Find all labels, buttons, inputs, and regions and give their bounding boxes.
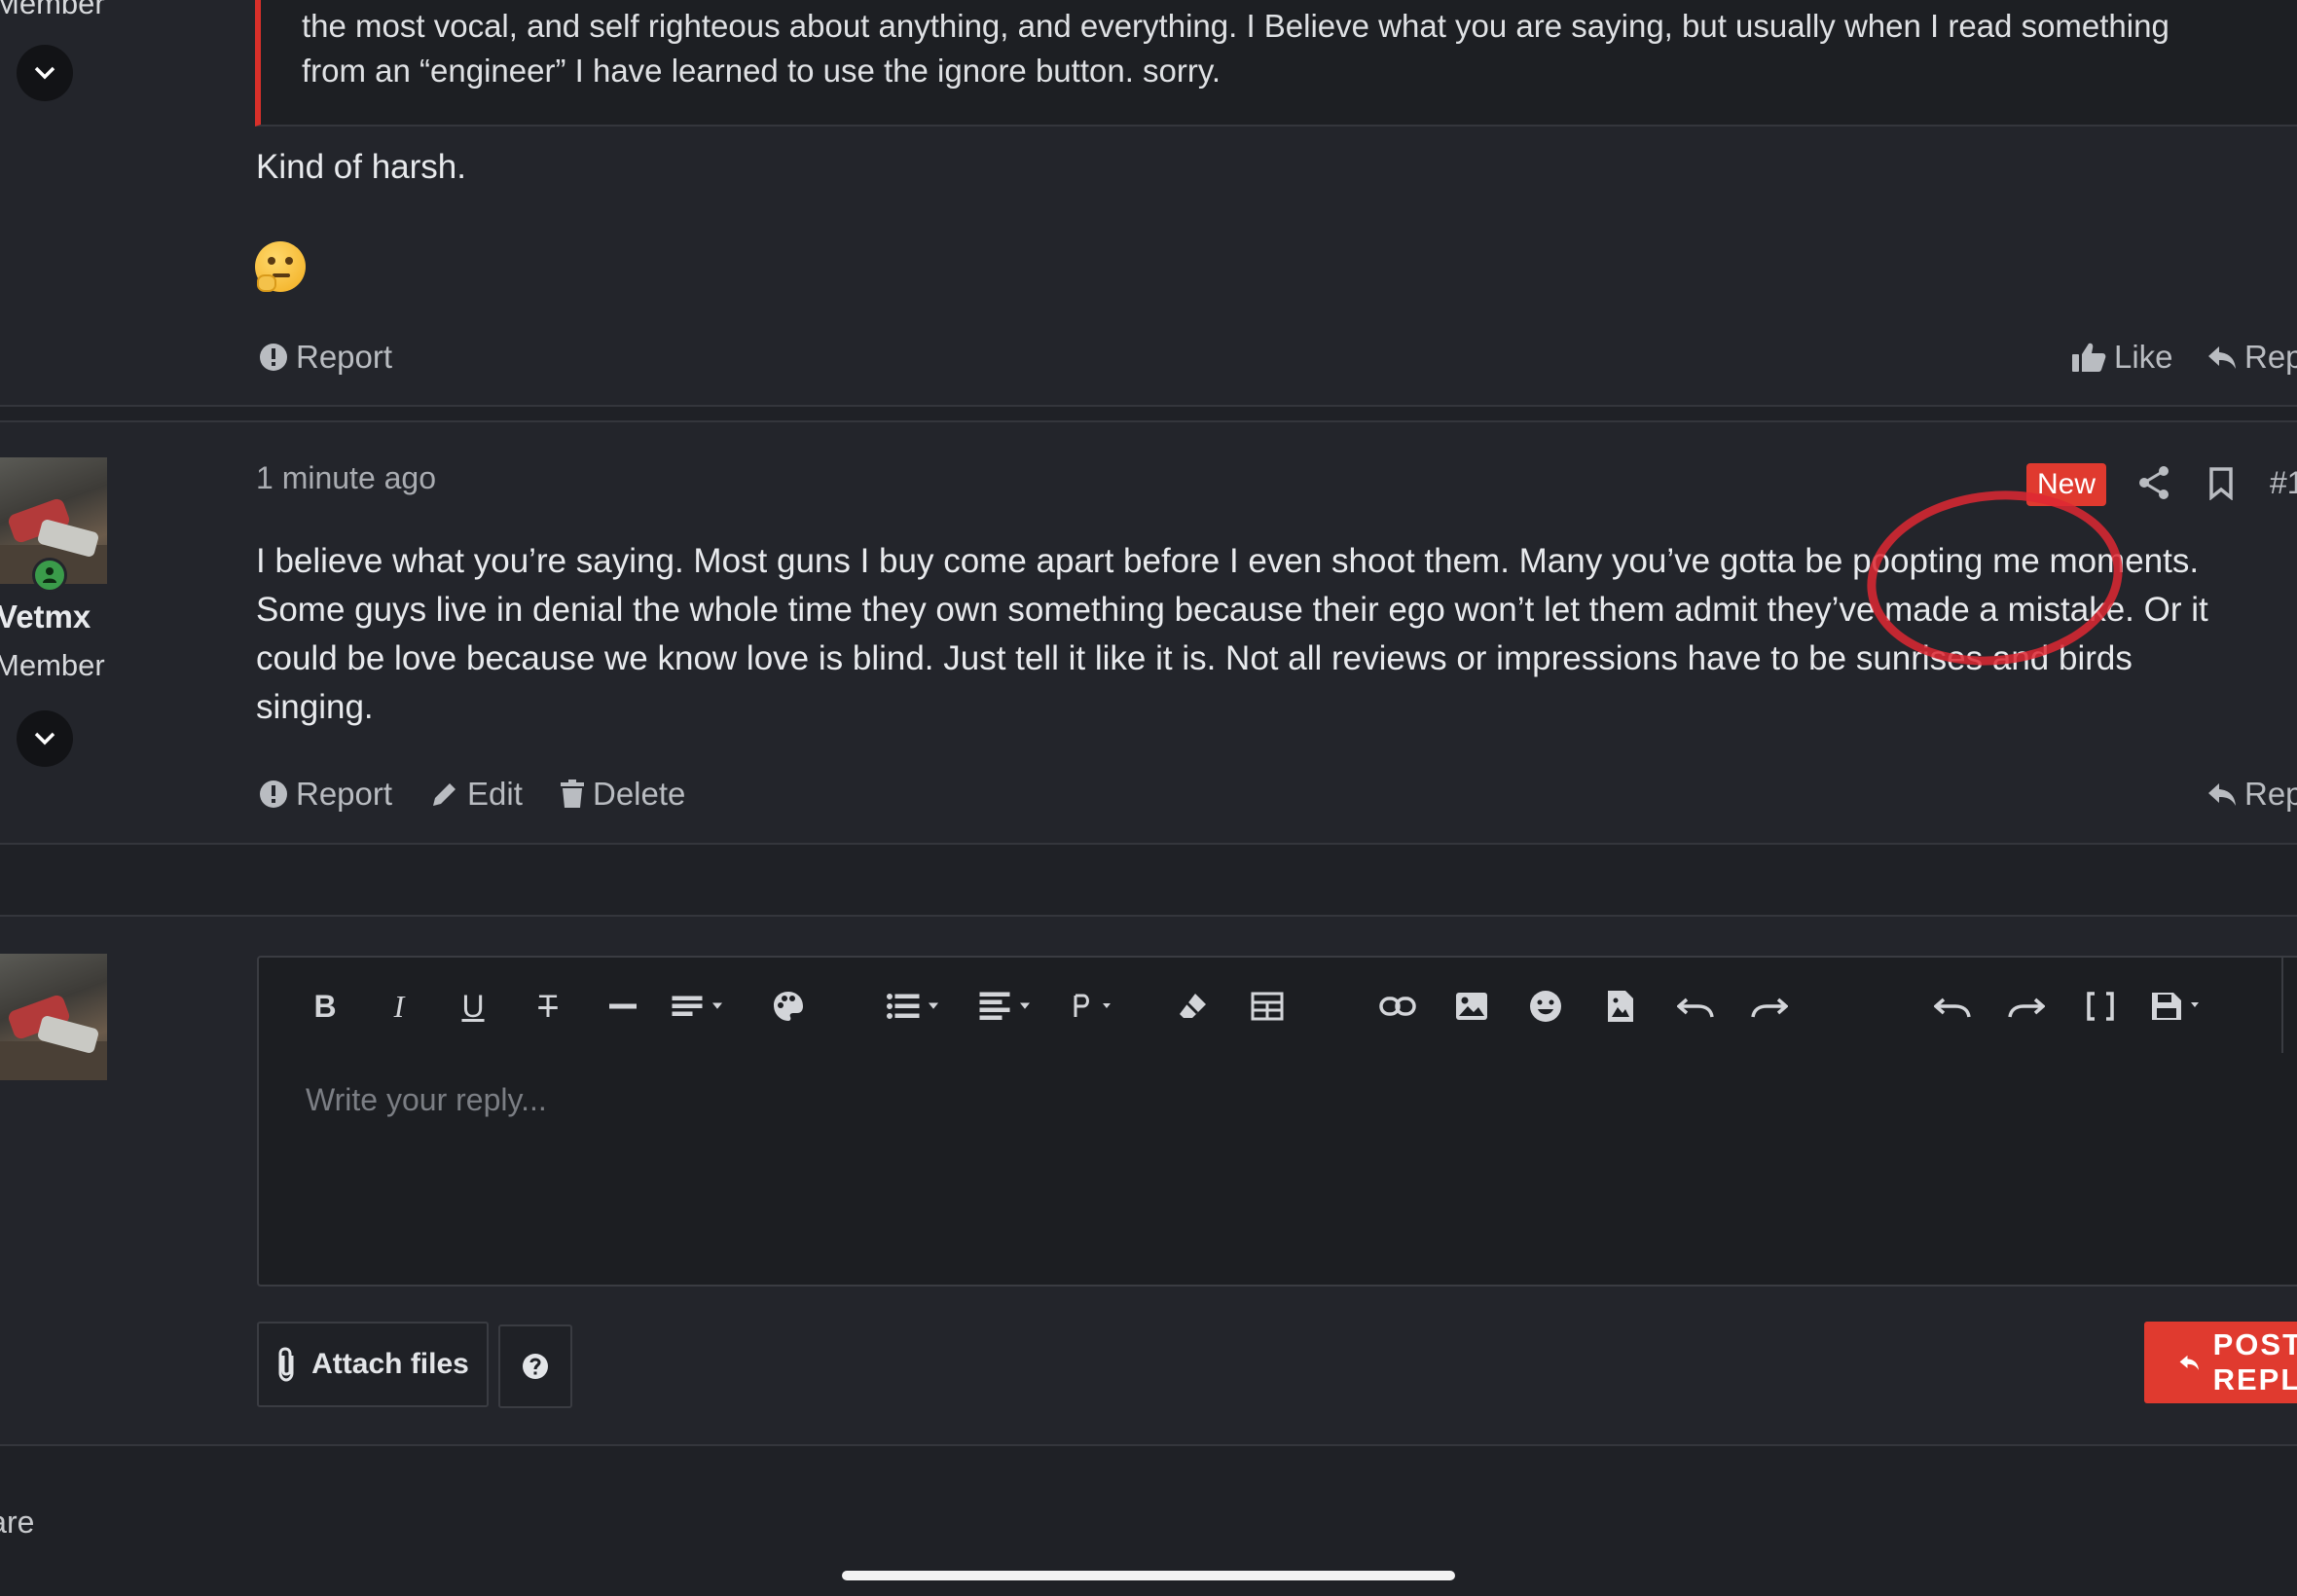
alert-icon: [260, 780, 287, 808]
like-button[interactable]: Like: [2071, 339, 2173, 376]
user-role: Member: [0, 648, 105, 682]
link-icon[interactable]: [1374, 985, 1421, 1028]
image-icon[interactable]: [1448, 985, 1495, 1028]
edit-button[interactable]: Edit: [430, 776, 523, 813]
reply-icon: [2208, 783, 2236, 806]
media-icon[interactable]: [1597, 985, 1644, 1028]
quote-block: Every forum, be it guns, vehicles, UTVs …: [255, 0, 2297, 127]
editor-toolbar-divider: [2281, 958, 2283, 1053]
italic-icon[interactable]: I: [376, 985, 422, 1028]
report-label: Report: [296, 776, 393, 812]
undo2-icon[interactable]: [1929, 985, 1976, 1028]
redo-icon[interactable]: [1746, 985, 1793, 1028]
trash-icon: [561, 780, 584, 808]
share-button[interactable]: [2137, 465, 2170, 505]
underline-icon[interactable]: U: [450, 985, 496, 1028]
post-line: singing.: [256, 688, 374, 726]
like-label: Like: [2114, 339, 2173, 375]
avatar: [0, 954, 107, 1080]
question-icon: [523, 1354, 548, 1379]
reply-placeholder[interactable]: Write your reply...: [306, 1082, 547, 1118]
reply-editor[interactable]: B I U T Write your reply...: [257, 956, 2297, 1287]
report-label: Report: [296, 339, 393, 375]
attach-files-button[interactable]: Attach files: [257, 1322, 489, 1407]
share-link[interactable]: Share: [0, 1505, 34, 1541]
thinking-face-icon: [255, 241, 306, 292]
paperclip-icon: [278, 1347, 294, 1382]
thumbs-up-icon: [2072, 343, 2106, 372]
alert-icon: [260, 344, 287, 371]
post-gap: [0, 407, 2297, 420]
quote-text: Every forum, be it guns, vehicles, UTVs …: [302, 8, 2169, 89]
divider: [0, 1444, 2297, 1446]
bookmark-icon: [2209, 467, 2233, 501]
report-button[interactable]: Report: [259, 776, 392, 813]
help-button[interactable]: [498, 1324, 572, 1408]
editor-toolbar: B I U T: [259, 958, 2297, 1053]
horizontal-line-icon[interactable]: [600, 985, 646, 1028]
paragraph-icon[interactable]: [1067, 985, 1135, 1028]
post-number-link[interactable]: #1: [2270, 465, 2297, 501]
reply-icon: [2208, 346, 2236, 369]
font-size-icon[interactable]: [668, 985, 736, 1028]
online-status-icon: [32, 558, 67, 593]
post-1: Member Every forum, be it guns, vehicles…: [0, 0, 2297, 405]
bbcode-icon[interactable]: [2077, 985, 2124, 1028]
edit-label: Edit: [467, 776, 523, 812]
redo2-icon[interactable]: [2003, 985, 2050, 1028]
delete-label: Delete: [593, 776, 686, 812]
post-reply-button[interactable]: POST REPLY: [2144, 1322, 2297, 1403]
username-link[interactable]: Vetmx: [0, 598, 91, 635]
reply-icon: [2179, 1355, 2200, 1370]
reply-label: Reply: [2244, 776, 2297, 812]
bookmark-button[interactable]: [2207, 467, 2235, 505]
user-role: Member: [0, 0, 105, 20]
bold-icon[interactable]: B: [302, 985, 348, 1028]
reply-button[interactable]: Reply: [2207, 776, 2297, 813]
section-gap: [0, 845, 2297, 915]
strikethrough-icon[interactable]: T: [525, 985, 571, 1028]
user-expand-button[interactable]: [17, 45, 73, 101]
drafts-icon[interactable]: [2147, 985, 2215, 1028]
delete-button[interactable]: Delete: [560, 776, 685, 813]
attach-files-label: Attach files: [311, 1348, 469, 1380]
table-icon[interactable]: [1244, 985, 1291, 1028]
undo-icon[interactable]: [1672, 985, 1719, 1028]
chevron-down-icon: [34, 66, 55, 80]
text-color-icon[interactable]: [765, 985, 812, 1028]
share-icon: [2139, 466, 2169, 499]
list-icon[interactable]: [884, 985, 952, 1028]
chevron-down-icon: [34, 732, 55, 745]
home-indicator: [842, 1571, 1455, 1580]
align-icon[interactable]: [975, 985, 1043, 1028]
post-timestamp[interactable]: 1 minute ago: [256, 460, 436, 496]
clear-format-icon[interactable]: [1170, 985, 1217, 1028]
reply-label: Reply: [2244, 339, 2297, 375]
pencil-icon: [433, 783, 456, 806]
post-body: Kind of harsh.: [256, 148, 466, 186]
emoji-icon[interactable]: [1522, 985, 1569, 1028]
report-button[interactable]: Report: [259, 339, 392, 376]
post-reply-label: POST REPLY: [2212, 1327, 2297, 1396]
user-expand-button[interactable]: [17, 710, 73, 767]
reply-button[interactable]: Reply: [2207, 339, 2297, 376]
